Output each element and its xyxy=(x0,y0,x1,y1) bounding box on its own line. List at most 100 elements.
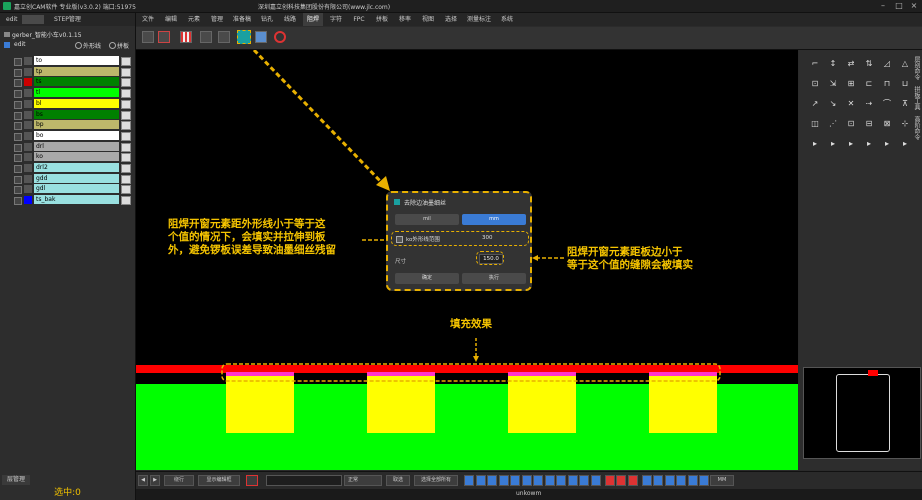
right-tool-3-icon[interactable]: ⇅ xyxy=(863,58,875,70)
layer-row-bs[interactable]: bs xyxy=(0,109,135,120)
ko-range-checkbox[interactable] xyxy=(396,236,403,243)
tab-edit[interactable]: edit xyxy=(2,15,22,24)
right-tool-18-icon[interactable]: ◫ xyxy=(809,118,821,130)
layer-name[interactable]: bl xyxy=(34,98,119,108)
menu-item-10[interactable]: 拼板 xyxy=(372,13,392,26)
layer-row-drl[interactable]: drl xyxy=(0,141,135,152)
outline-radio[interactable] xyxy=(75,42,82,49)
edit-mode-select[interactable]: 正常 xyxy=(344,475,382,486)
layer-box-icon[interactable] xyxy=(121,89,131,99)
right-tool-0-icon[interactable]: ⌐ xyxy=(809,58,821,70)
menu-item-7[interactable]: 阻焊 xyxy=(303,13,323,26)
right-tool-23-icon[interactable]: ⊹ xyxy=(899,118,911,130)
layer-name[interactable]: drl xyxy=(34,141,119,151)
maximize-icon[interactable]: □ xyxy=(892,1,906,11)
layer-checkbox[interactable] xyxy=(14,68,22,77)
bottom-tool-5-icon[interactable] xyxy=(521,475,532,486)
minimap[interactable] xyxy=(803,367,921,459)
menu-item-2[interactable]: 元素 xyxy=(184,13,204,26)
layer-swatch-icon[interactable] xyxy=(24,131,32,140)
right-label-layer[interactable]: 层别命令 xyxy=(913,56,921,80)
layer-name[interactable]: tp xyxy=(34,66,119,76)
right-tool-21-icon[interactable]: ⊟ xyxy=(863,118,875,130)
fill-solder-icon[interactable] xyxy=(237,30,251,44)
layer-box-icon[interactable] xyxy=(121,174,131,184)
unit-mm-button[interactable]: mm xyxy=(462,214,526,225)
stop-icon[interactable] xyxy=(274,31,286,43)
grid-fill-icon[interactable] xyxy=(255,31,267,43)
layer-name[interactable]: drl2 xyxy=(34,163,119,172)
layer-swatch-icon[interactable] xyxy=(24,99,32,108)
bottom-tool-19-icon[interactable] xyxy=(687,475,698,486)
layer-name[interactable]: bp xyxy=(34,120,119,130)
minimize-icon[interactable]: – xyxy=(876,1,890,11)
right-tool-13-icon[interactable]: ↘ xyxy=(827,98,839,110)
close-icon[interactable]: × xyxy=(907,1,921,11)
menu-item-15[interactable]: 系统 xyxy=(497,13,517,26)
display-edit-box-button[interactable]: 显示编辑框 xyxy=(198,475,240,486)
panel-radio[interactable] xyxy=(109,42,116,49)
menu-item-13[interactable]: 选择 xyxy=(441,13,461,26)
right-tool-16-icon[interactable]: ⌒ xyxy=(881,98,893,110)
next-icon[interactable]: ▶ xyxy=(150,475,160,486)
layer-box-icon[interactable] xyxy=(121,110,131,120)
right-tool-9-icon[interactable]: ⊏ xyxy=(863,78,875,90)
layer-checkbox[interactable] xyxy=(14,132,22,141)
layer-box-icon[interactable] xyxy=(121,196,131,206)
layer-swatch-icon[interactable] xyxy=(24,67,32,76)
layer-swatch-icon[interactable] xyxy=(24,153,32,162)
layer-box-icon[interactable] xyxy=(121,185,131,195)
layer-box-icon[interactable] xyxy=(121,57,131,66)
right-tool-1-icon[interactable]: ↕ xyxy=(827,58,839,70)
right-tool-5-icon[interactable]: △ xyxy=(899,58,911,70)
unit-select[interactable]: MM xyxy=(710,475,734,486)
layer-name[interactable]: bs xyxy=(34,109,119,119)
layer-swatch-icon[interactable] xyxy=(24,174,32,183)
layer-name[interactable]: tl xyxy=(34,88,119,98)
menu-item-4[interactable]: 准备稿 xyxy=(230,13,254,26)
bottom-tool-3-icon[interactable] xyxy=(498,475,509,486)
menu-item-3[interactable]: 管理 xyxy=(207,13,227,26)
right-tool-4-icon[interactable]: ◿ xyxy=(881,58,893,70)
layer-name[interactable]: to xyxy=(34,56,119,65)
layer-row-gdd[interactable]: gdd xyxy=(0,173,135,184)
execute-button[interactable]: 执行 xyxy=(462,273,526,284)
right-tool-17-icon[interactable]: ⊼ xyxy=(899,98,911,110)
right-tool-24-icon[interactable]: ▸ xyxy=(809,138,821,150)
menu-item-14[interactable]: 测量标注 xyxy=(464,13,494,26)
layer-row-ts_bak[interactable]: ts_bak xyxy=(0,195,135,206)
bottom-tool-9-icon[interactable] xyxy=(567,475,578,486)
menu-item-9[interactable]: FPC xyxy=(349,13,369,26)
menu-item-12[interactable]: 视图 xyxy=(418,13,438,26)
layer-name[interactable]: ko xyxy=(34,152,119,162)
layer-box-icon[interactable] xyxy=(121,121,131,131)
layer-swatch-icon[interactable] xyxy=(24,110,32,119)
layer-row-tp[interactable]: tp xyxy=(0,66,135,77)
layer-checkbox[interactable] xyxy=(14,111,22,120)
layer-checkbox[interactable] xyxy=(14,122,22,131)
right-label-advanced[interactable]: 高阶命令 xyxy=(913,116,921,140)
bottom-tool-4-icon[interactable] xyxy=(510,475,520,486)
size-input[interactable]: 150.0 xyxy=(479,254,503,264)
pen-icon[interactable] xyxy=(142,31,154,43)
bottom-tool-12-icon[interactable] xyxy=(604,475,615,486)
layer-swatch-icon[interactable] xyxy=(24,164,32,172)
layer-swatch-icon[interactable] xyxy=(24,142,32,151)
printer-icon[interactable] xyxy=(200,31,212,43)
bottom-tool-10-icon[interactable] xyxy=(579,475,589,486)
bottom-tool-15-icon[interactable] xyxy=(641,475,652,486)
menu-item-8[interactable]: 字符 xyxy=(326,13,346,26)
pencil-icon[interactable] xyxy=(218,31,230,43)
right-tool-14-icon[interactable]: ✕ xyxy=(845,98,857,110)
job-name-row[interactable]: gerber_智能小车v0.1.15 xyxy=(4,30,82,39)
right-tool-22-icon[interactable]: ⊠ xyxy=(881,118,893,130)
menu-item-6[interactable]: 线路 xyxy=(280,13,300,26)
layer-checkbox[interactable] xyxy=(14,186,22,195)
right-tool-11-icon[interactable]: ⊔ xyxy=(899,78,911,90)
bottom-tool-14-icon[interactable] xyxy=(627,475,638,486)
menu-item-11[interactable]: 移率 xyxy=(395,13,415,26)
layer-row-ts[interactable]: ts xyxy=(0,77,135,88)
stripes-icon[interactable] xyxy=(180,31,192,43)
prev-icon[interactable]: ◀ xyxy=(138,475,148,486)
right-label-panel[interactable]: 拼板工具 xyxy=(913,86,921,110)
